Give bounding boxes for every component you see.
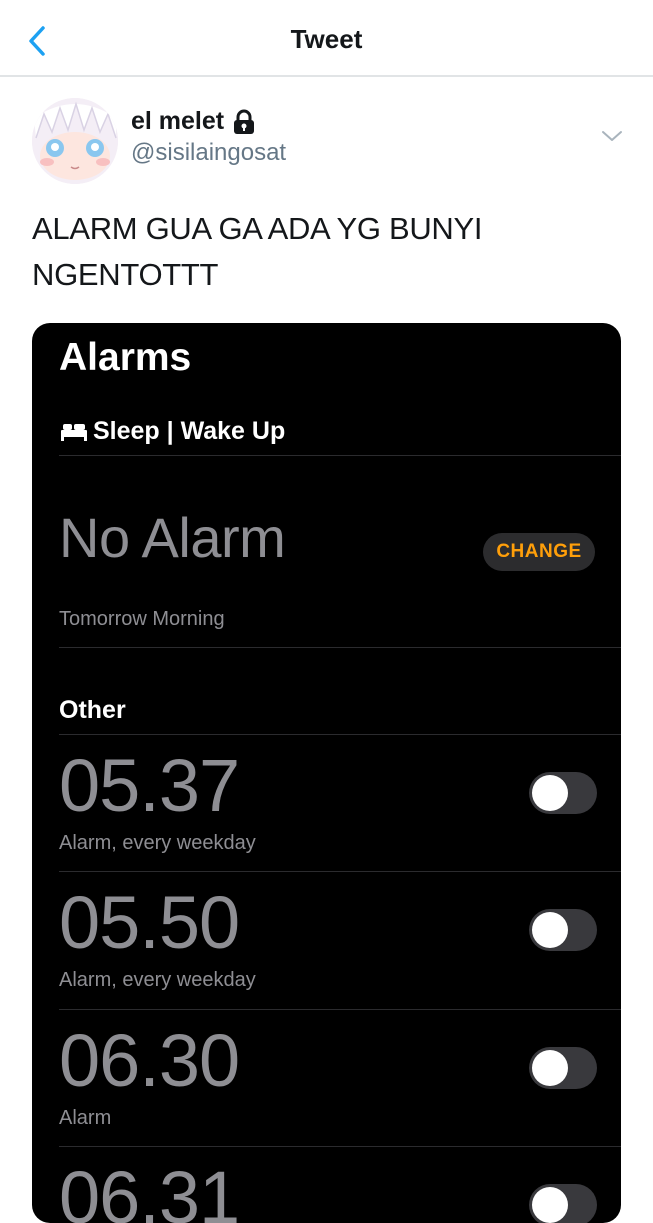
toggle-knob <box>532 912 568 948</box>
alarm-toggle[interactable] <box>529 1184 597 1223</box>
alarm-row: 06.30 Alarm <box>32 1009 621 1147</box>
toggle-knob <box>532 1187 568 1223</box>
change-button[interactable]: CHANGE <box>483 533 595 571</box>
toggle-knob <box>532 1050 568 1086</box>
alarm-toggle[interactable] <box>529 909 597 951</box>
alarm-time: 06.31 <box>59 1156 240 1223</box>
sleep-alarm-subtitle: Tomorrow Morning <box>59 608 225 630</box>
alarm-row: 05.50 Alarm, every weekday <box>32 871 621 1009</box>
alarm-row: 06.31 <box>32 1146 621 1223</box>
author-handle[interactable]: @sisilaingosat <box>131 139 286 167</box>
chevron-down-icon[interactable] <box>600 128 624 144</box>
alarm-label: Alarm, every weekday <box>59 969 256 991</box>
toggle-knob <box>532 775 568 811</box>
alarm-time: 06.30 <box>59 1019 240 1102</box>
bed-icon <box>61 424 87 441</box>
lock-icon <box>234 109 255 134</box>
avatar[interactable] <box>32 98 118 184</box>
alarm-row: 05.37 Alarm, every weekday <box>32 734 621 872</box>
alarm-label: Alarm, every weekday <box>59 832 256 854</box>
divider <box>59 647 621 648</box>
divider <box>59 455 621 456</box>
alarm-toggle[interactable] <box>529 772 597 814</box>
other-section-header: Other <box>59 696 126 724</box>
author-display-name: el melet <box>131 107 225 135</box>
page-title: Tweet <box>290 24 363 54</box>
top-nav-bar: Tweet <box>0 0 653 77</box>
tweet-text: ALARM GUA GA ADA YG BUNYI NGENTOTTT <box>32 211 483 292</box>
sleep-alarm-time: No Alarm <box>59 506 286 569</box>
alarm-time: 05.37 <box>59 744 240 827</box>
alarms-title: Alarms <box>59 336 192 379</box>
sleep-wake-label: Sleep | Wake Up <box>93 417 286 445</box>
alarm-label: Alarm <box>59 1107 112 1129</box>
alarm-time: 05.50 <box>59 881 240 964</box>
author-name[interactable]: el melet <box>131 107 256 136</box>
tweet-media-image[interactable]: Alarms Sleep | Wake Up No Alarm CHANGE T… <box>32 323 621 1223</box>
alarm-toggle[interactable] <box>529 1047 597 1089</box>
